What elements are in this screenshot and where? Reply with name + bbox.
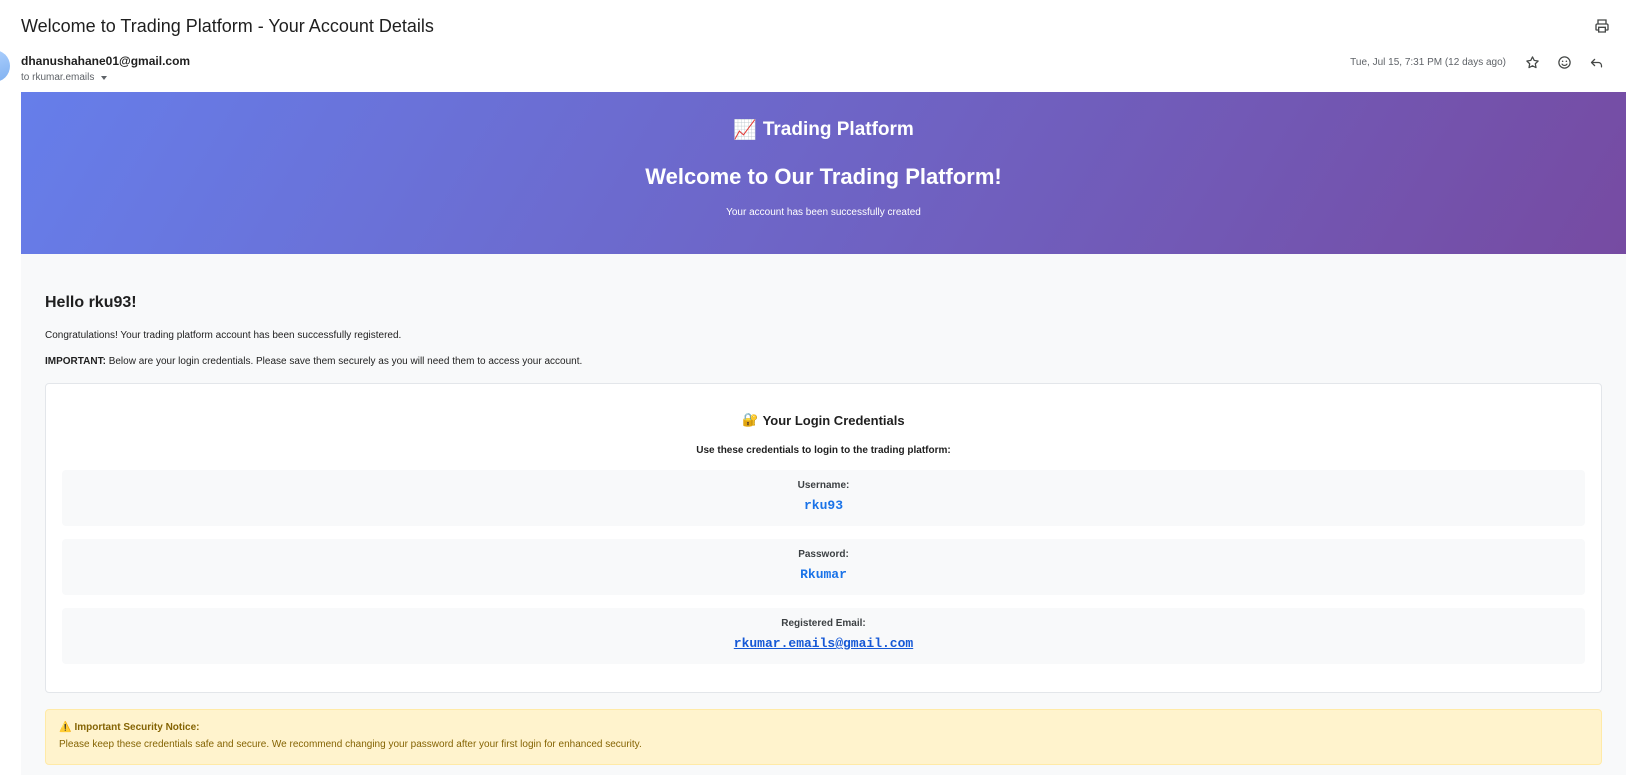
security-notice-title: ⚠️ Important Security Notice: xyxy=(59,722,1588,733)
registered-email-link[interactable]: rkumar.emails@gmail.com xyxy=(62,636,1585,651)
message-date: Tue, Jul 15, 7:31 PM (12 days ago) xyxy=(1350,56,1506,68)
brand-title: 📈 Trading Platform xyxy=(21,118,1626,142)
credential-email: Registered Email: rkumar.emails@gmail.co… xyxy=(62,608,1585,664)
warning-icon: ⚠️ xyxy=(59,722,72,733)
credential-label: Registered Email: xyxy=(781,618,866,629)
reply-button[interactable] xyxy=(1580,52,1612,72)
lock-with-key-icon: 🔐 xyxy=(742,412,759,427)
credentials-title-text: Your Login Credentials xyxy=(762,412,905,428)
credentials-subtitle: Use these credentials to login to the tr… xyxy=(696,445,951,456)
star-icon xyxy=(1525,55,1539,68)
email-subject: Welcome to Trading Platform - Your Accou… xyxy=(21,16,434,36)
email-hero-banner: 📈 Trading Platform Welcome to Our Tradin… xyxy=(21,92,1626,254)
recipient-toggle[interactable]: to rkumar.emails xyxy=(21,72,108,83)
email-body: 📈 Trading Platform Welcome to Our Tradin… xyxy=(21,92,1626,775)
brand-name: Trading Platform xyxy=(762,119,914,140)
security-notice: ⚠️ Important Security Notice: Please kee… xyxy=(45,709,1602,765)
credential-label: Username: xyxy=(797,480,850,491)
credentials-card: 🔐 Your Login Credentials Use these crede… xyxy=(45,383,1602,693)
credential-username: Username: rku93 xyxy=(62,470,1585,526)
emoji-icon xyxy=(1557,55,1571,69)
security-notice-text: Please keep these credentials safe and s… xyxy=(59,739,642,750)
important-message: Below are your login credentials. Please… xyxy=(105,356,583,367)
recipient-label: to rkumar.emails xyxy=(21,72,95,83)
welcome-subtitle: Your account has been successfully creat… xyxy=(726,207,921,218)
chart-increasing-icon: 📈 xyxy=(733,120,757,141)
important-text: IMPORTANT: Below are your login credenti… xyxy=(45,356,1602,367)
credential-label: Password: xyxy=(798,549,849,560)
credential-value: Rkumar xyxy=(800,567,847,582)
reply-icon xyxy=(1590,58,1602,67)
security-notice-heading: Important Security Notice: xyxy=(74,722,200,733)
important-label: IMPORTANT: xyxy=(45,356,106,367)
star-button[interactable] xyxy=(1516,52,1548,72)
welcome-heading: Welcome to Our Trading Platform! xyxy=(645,164,1002,189)
add-reaction-button[interactable] xyxy=(1548,52,1580,72)
print-button[interactable] xyxy=(1592,16,1612,36)
congrats-text: Congratulations! Your trading platform a… xyxy=(45,330,402,341)
credentials-title: 🔐 Your Login Credentials xyxy=(62,412,1585,428)
credential-password: Password: Rkumar xyxy=(62,539,1585,595)
message-actions: Tue, Jul 15, 7:31 PM (12 days ago) xyxy=(1350,52,1612,72)
credential-value: rku93 xyxy=(803,498,843,513)
chevron-down-icon xyxy=(101,75,108,80)
sender-avatar[interactable] xyxy=(0,50,10,82)
email-content: Hello rku93! Congratulations! Your tradi… xyxy=(21,254,1626,765)
print-icon xyxy=(1595,19,1609,33)
sender-email[interactable]: dhanushahane01@gmail.com xyxy=(21,54,190,68)
greeting: Hello rku93! xyxy=(45,294,137,311)
